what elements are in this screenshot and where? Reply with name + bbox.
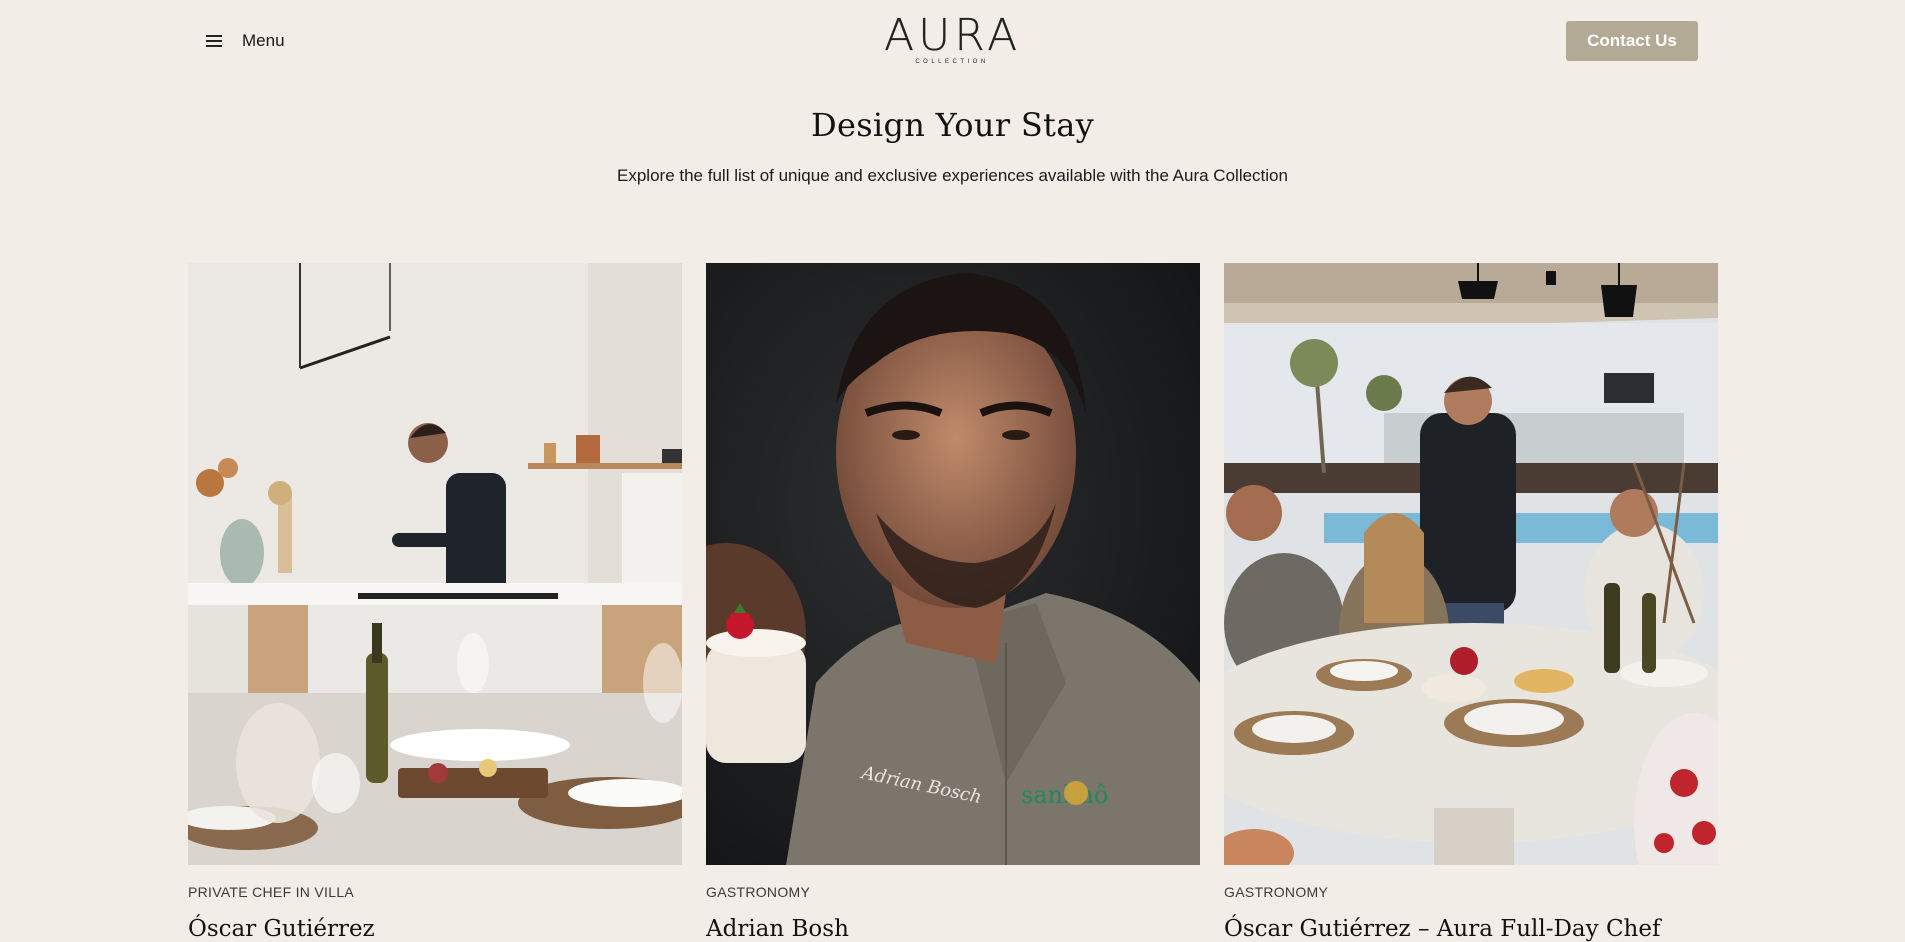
card-image-chef-kitchen[interactable] <box>188 263 682 865</box>
menu-label: Menu <box>242 31 285 50</box>
contact-us-button[interactable]: Contact Us <box>1566 21 1698 61</box>
card-category: GASTRONOMY <box>706 884 811 900</box>
card-category: PRIVATE CHEF IN VILLA <box>188 884 355 900</box>
chef-kitchen-photo <box>188 263 682 865</box>
page-subtitle: Explore the full list of unique and excl… <box>617 166 1288 185</box>
menu-button[interactable]: Menu <box>206 26 285 56</box>
site-header: Menu AURA COLLECTION Contact Us <box>0 0 1905 82</box>
experience-card[interactable]: Adrian Bosch sanbhô GASTRONOMY Adrian Bo… <box>706 263 1200 942</box>
card-image-chef-portrait[interactable]: Adrian Bosch sanbhô <box>706 263 1200 865</box>
page-title: Design Your Stay <box>811 106 1094 144</box>
logo-wordmark: AURA <box>884 10 1022 61</box>
card-title[interactable]: Adrian Bosh <box>706 916 1200 942</box>
card-title[interactable]: Óscar Gutiérrez – Aura Full-Day Chef <box>1224 916 1718 942</box>
card-title[interactable]: Óscar Gutiérrez <box>188 916 682 942</box>
experience-card[interactable]: PRIVATE CHEF IN VILLA Óscar Gutiérrez <box>188 263 682 942</box>
chef-portrait-photo: Adrian Bosch sanbhô <box>706 263 1200 865</box>
page: Menu AURA COLLECTION Contact Us Design Y… <box>0 0 1905 942</box>
experience-card[interactable]: GASTRONOMY Óscar Gutiérrez – Aura Full-D… <box>1224 263 1718 942</box>
card-image-dinner-party[interactable] <box>1224 263 1718 865</box>
hamburger-icon <box>206 35 222 47</box>
dinner-party-photo <box>1224 263 1718 865</box>
aura-logo[interactable]: AURA COLLECTION <box>884 10 1022 66</box>
card-category: GASTRONOMY <box>1224 884 1329 900</box>
